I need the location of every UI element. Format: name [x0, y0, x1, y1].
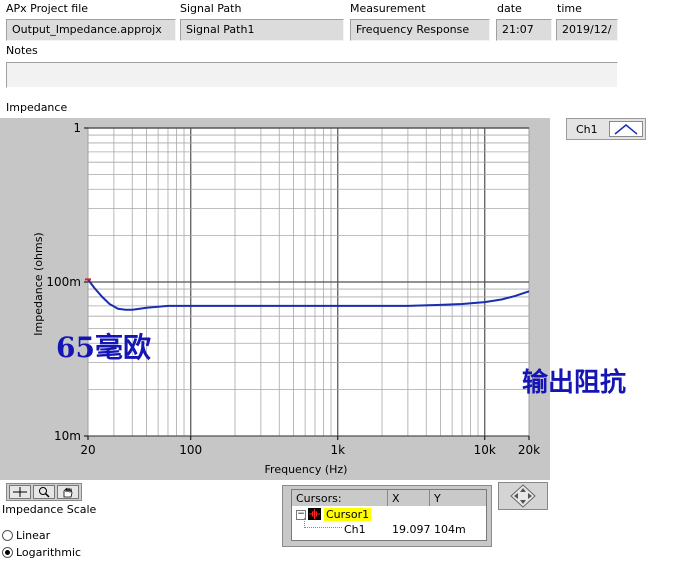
- project-file-field[interactable]: Output_Impedance.approjx: [6, 19, 176, 41]
- cursor-channel: Ch1: [344, 523, 366, 536]
- x-tick-label: 20: [80, 443, 95, 457]
- project-file-label: APx Project file: [6, 2, 89, 15]
- tree-branch: [304, 527, 342, 529]
- scale-option-logarithmic[interactable]: Logarithmic: [2, 546, 81, 559]
- signal-path-field[interactable]: Signal Path1: [180, 19, 344, 41]
- annotation-output-impedance: 输出阻抗: [522, 368, 627, 398]
- logarithmic-radio[interactable]: [2, 547, 13, 558]
- pan-hand-icon[interactable]: [57, 485, 79, 499]
- cursor-panel: Cursors: X Y − Cursor1 Ch1 19.097 104m: [282, 485, 492, 547]
- annotation-65-milliohm: 65毫欧: [56, 331, 151, 364]
- zoom-tool-icon[interactable]: [33, 485, 55, 499]
- y-tick-label: 10m: [54, 429, 81, 443]
- cursors-header: Cursors:: [292, 490, 388, 506]
- impedance-scale-label: Impedance Scale: [2, 503, 97, 516]
- signal-path-label: Signal Path: [180, 2, 242, 15]
- x-axis-label: Frequency (Hz): [265, 463, 348, 476]
- graph-label: Impedance: [6, 101, 68, 114]
- crosshair-tool-icon[interactable]: [9, 485, 31, 499]
- cursor-table: Cursors: X Y − Cursor1 Ch1 19.097 104m: [291, 489, 487, 541]
- y-tick-label: 1: [73, 121, 81, 135]
- logarithmic-radio-label: Logarithmic: [16, 546, 82, 559]
- cursor1-name[interactable]: Cursor1: [324, 508, 372, 521]
- legend-ch1[interactable]: Ch1: [566, 118, 646, 140]
- x-tick-label: 20k: [518, 443, 540, 457]
- cursor-marker-icon: [308, 508, 321, 520]
- date-field[interactable]: 21:07: [496, 19, 552, 41]
- cursor-y-header: Y: [430, 490, 486, 506]
- cursor-x-header: X: [388, 490, 430, 506]
- scale-option-linear[interactable]: Linear: [2, 529, 50, 542]
- line-style-icon[interactable]: [609, 121, 643, 137]
- legend-channel-name: Ch1: [576, 123, 598, 136]
- notes-label: Notes: [6, 44, 38, 57]
- measurement-label: Measurement: [350, 2, 426, 15]
- x-tick-label: 1k: [330, 443, 345, 457]
- grid-lines: [87, 127, 530, 437]
- linear-radio-label: Linear: [16, 529, 51, 542]
- y-tick-label: 100m: [46, 275, 81, 289]
- time-label: time: [557, 2, 582, 15]
- x-tick-label: 100: [179, 443, 202, 457]
- time-field[interactable]: 2019/12/: [556, 19, 618, 41]
- cursor-y-value: 104m: [434, 523, 466, 536]
- impedance-chart[interactable]: 20 100 1k 10k 20k 10m 100m 1 Impedance (ohms) F…: [0, 118, 550, 480]
- cursor-x-value: 19.097: [392, 523, 431, 536]
- y-axis-label: Impedance (ohms): [32, 232, 45, 335]
- linear-radio[interactable]: [2, 530, 13, 541]
- date-label: date: [497, 2, 522, 15]
- impedance-graph[interactable]: 20 100 1k 10k 20k 10m 100m 1 Impedance (ohms) F…: [0, 118, 550, 480]
- move-diamond-icon: [510, 484, 536, 508]
- cursor-move-button[interactable]: [498, 482, 548, 510]
- measurement-field[interactable]: Frequency Response: [350, 19, 490, 41]
- x-tick-label: 10k: [474, 443, 496, 457]
- graph-tool-palette: [6, 483, 82, 501]
- notes-field[interactable]: [6, 62, 618, 88]
